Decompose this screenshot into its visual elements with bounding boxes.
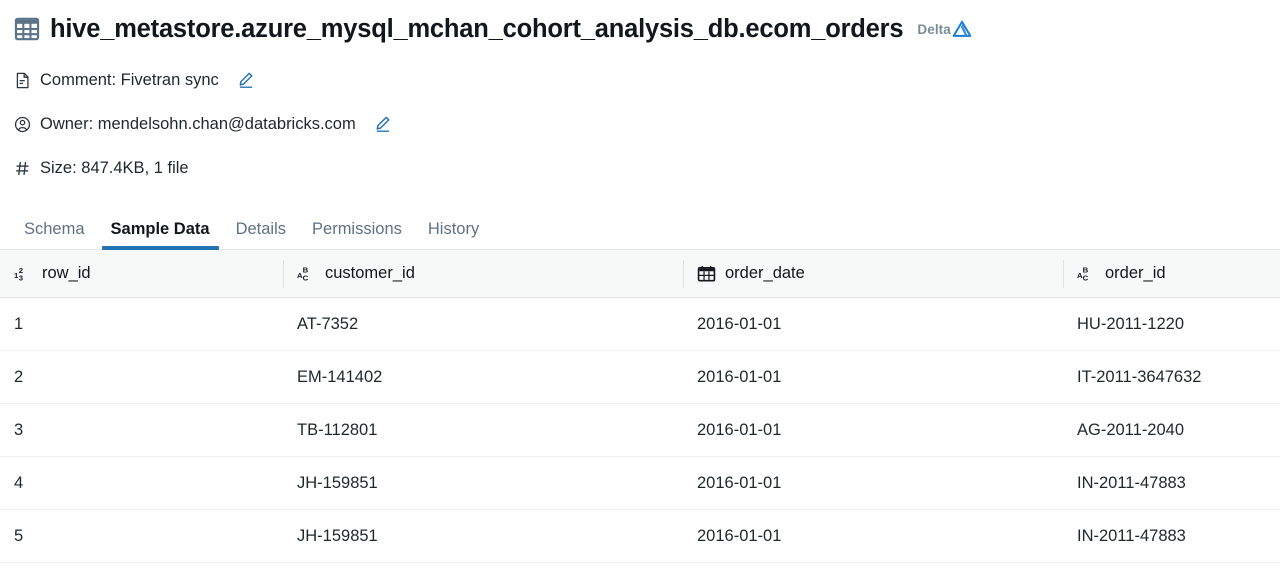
table-header-row: 1 2 3 row_id A B C customer_id order_dat… [0, 250, 1280, 298]
tab-permissions[interactable]: Permissions [299, 220, 415, 250]
table-detail-page: hive_metastore.azure_mysql_mchan_cohort_… [0, 0, 1280, 581]
column-header-customer-id[interactable]: A B C customer_id [283, 250, 683, 298]
table-row[interactable]: 1 AT-7352 2016-01-01 HU-2011-1220 [0, 298, 1280, 351]
cell-customer-id: JH-159851 [297, 526, 378, 545]
column-header-row-id[interactable]: 1 2 3 row_id [0, 250, 283, 298]
owner-text: Owner: mendelsohn.chan@databricks.com [40, 114, 356, 133]
cell-order-id: IN-2011-47883 [1077, 526, 1186, 545]
owner-edit-pencil-icon[interactable] [374, 115, 392, 133]
calendar-type-icon [697, 265, 716, 282]
cell-order-id: IN-2011-47883 [1077, 473, 1186, 492]
column-header-label: row_id [42, 264, 91, 282]
cell-customer-id: EM-141402 [297, 367, 383, 386]
svg-text:3: 3 [19, 273, 24, 282]
document-icon [16, 72, 29, 88]
cell-order-id: IT-2011-3647632 [1077, 367, 1202, 386]
table-row[interactable]: 2 EM-141402 2016-01-01 IT-2011-3647632 [0, 351, 1280, 404]
cell-row-id: 2 [14, 367, 24, 386]
column-header-label: customer_id [325, 264, 415, 282]
column-header-label: order_date [725, 264, 805, 282]
size-text: Size: 847.4KB, 1 file [40, 158, 189, 177]
string-type-icon: A B C [297, 266, 309, 282]
comment-text: Comment: Fivetran sync [40, 70, 219, 89]
delta-triangle-logo [952, 20, 972, 37]
cell-row-id: 5 [14, 526, 24, 545]
tab-sample-data[interactable]: Sample Data [98, 220, 223, 250]
hash-icon [16, 161, 29, 175]
tab-schema[interactable]: Schema [11, 220, 98, 250]
page-title: hive_metastore.azure_mysql_mchan_cohort_… [50, 14, 904, 43]
column-header-order-date[interactable]: order_date [683, 250, 1063, 298]
table-row[interactable]: 5 JH-159851 2016-01-01 IN-2011-47883 [0, 510, 1280, 563]
cell-order-date: 2016-01-01 [697, 367, 782, 386]
format-label: Delta [917, 21, 951, 37]
cell-customer-id: AT-7352 [297, 314, 359, 333]
table-grid-icon [14, 17, 40, 41]
tab-history[interactable]: History [415, 220, 492, 250]
cell-order-date: 2016-01-01 [697, 314, 782, 333]
comment-edit-pencil-icon[interactable] [237, 71, 255, 89]
number-type-icon: 1 2 3 [14, 266, 24, 282]
table-row[interactable]: 4 JH-159851 2016-01-01 IN-2011-47883 [0, 457, 1280, 510]
cell-row-id: 4 [14, 473, 24, 492]
page-header: hive_metastore.azure_mysql_mchan_cohort_… [0, 0, 1280, 58]
owner-person-icon [14, 116, 31, 132]
cell-customer-id: JH-159851 [297, 473, 378, 492]
cell-customer-id: TB-112801 [297, 420, 378, 439]
tab-details[interactable]: Details [223, 220, 299, 250]
cell-order-date: 2016-01-01 [697, 526, 782, 545]
cell-order-date: 2016-01-01 [697, 420, 782, 439]
meta-row-owner: Owner: mendelsohn.chan@databricks.com [0, 102, 1280, 146]
string-type-icon: A B C [1077, 266, 1089, 282]
tab-bar: Schema Sample Data Details Permissions H… [0, 206, 1280, 250]
cell-order-date: 2016-01-01 [697, 473, 782, 492]
column-header-label: order_id [1105, 264, 1166, 282]
table-row[interactable]: 3 TB-112801 2016-01-01 AG-2011-2040 [0, 404, 1280, 457]
meta-row-comment: Comment: Fivetran sync [0, 58, 1280, 102]
column-header-order-id[interactable]: A B C order_id [1063, 250, 1280, 298]
cell-order-id: AG-2011-2040 [1077, 420, 1185, 439]
sample-data-table: 1 2 3 row_id A B C customer_id order_dat… [0, 250, 1280, 563]
cell-row-id: 3 [14, 420, 24, 439]
cell-row-id: 1 [14, 314, 24, 333]
table-format-badge: Delta [917, 19, 972, 39]
cell-order-id: HU-2011-1220 [1077, 314, 1185, 333]
meta-row-size: Size: 847.4KB, 1 file [0, 146, 1280, 190]
svg-text:C: C [303, 273, 309, 282]
svg-text:C: C [1083, 273, 1089, 282]
